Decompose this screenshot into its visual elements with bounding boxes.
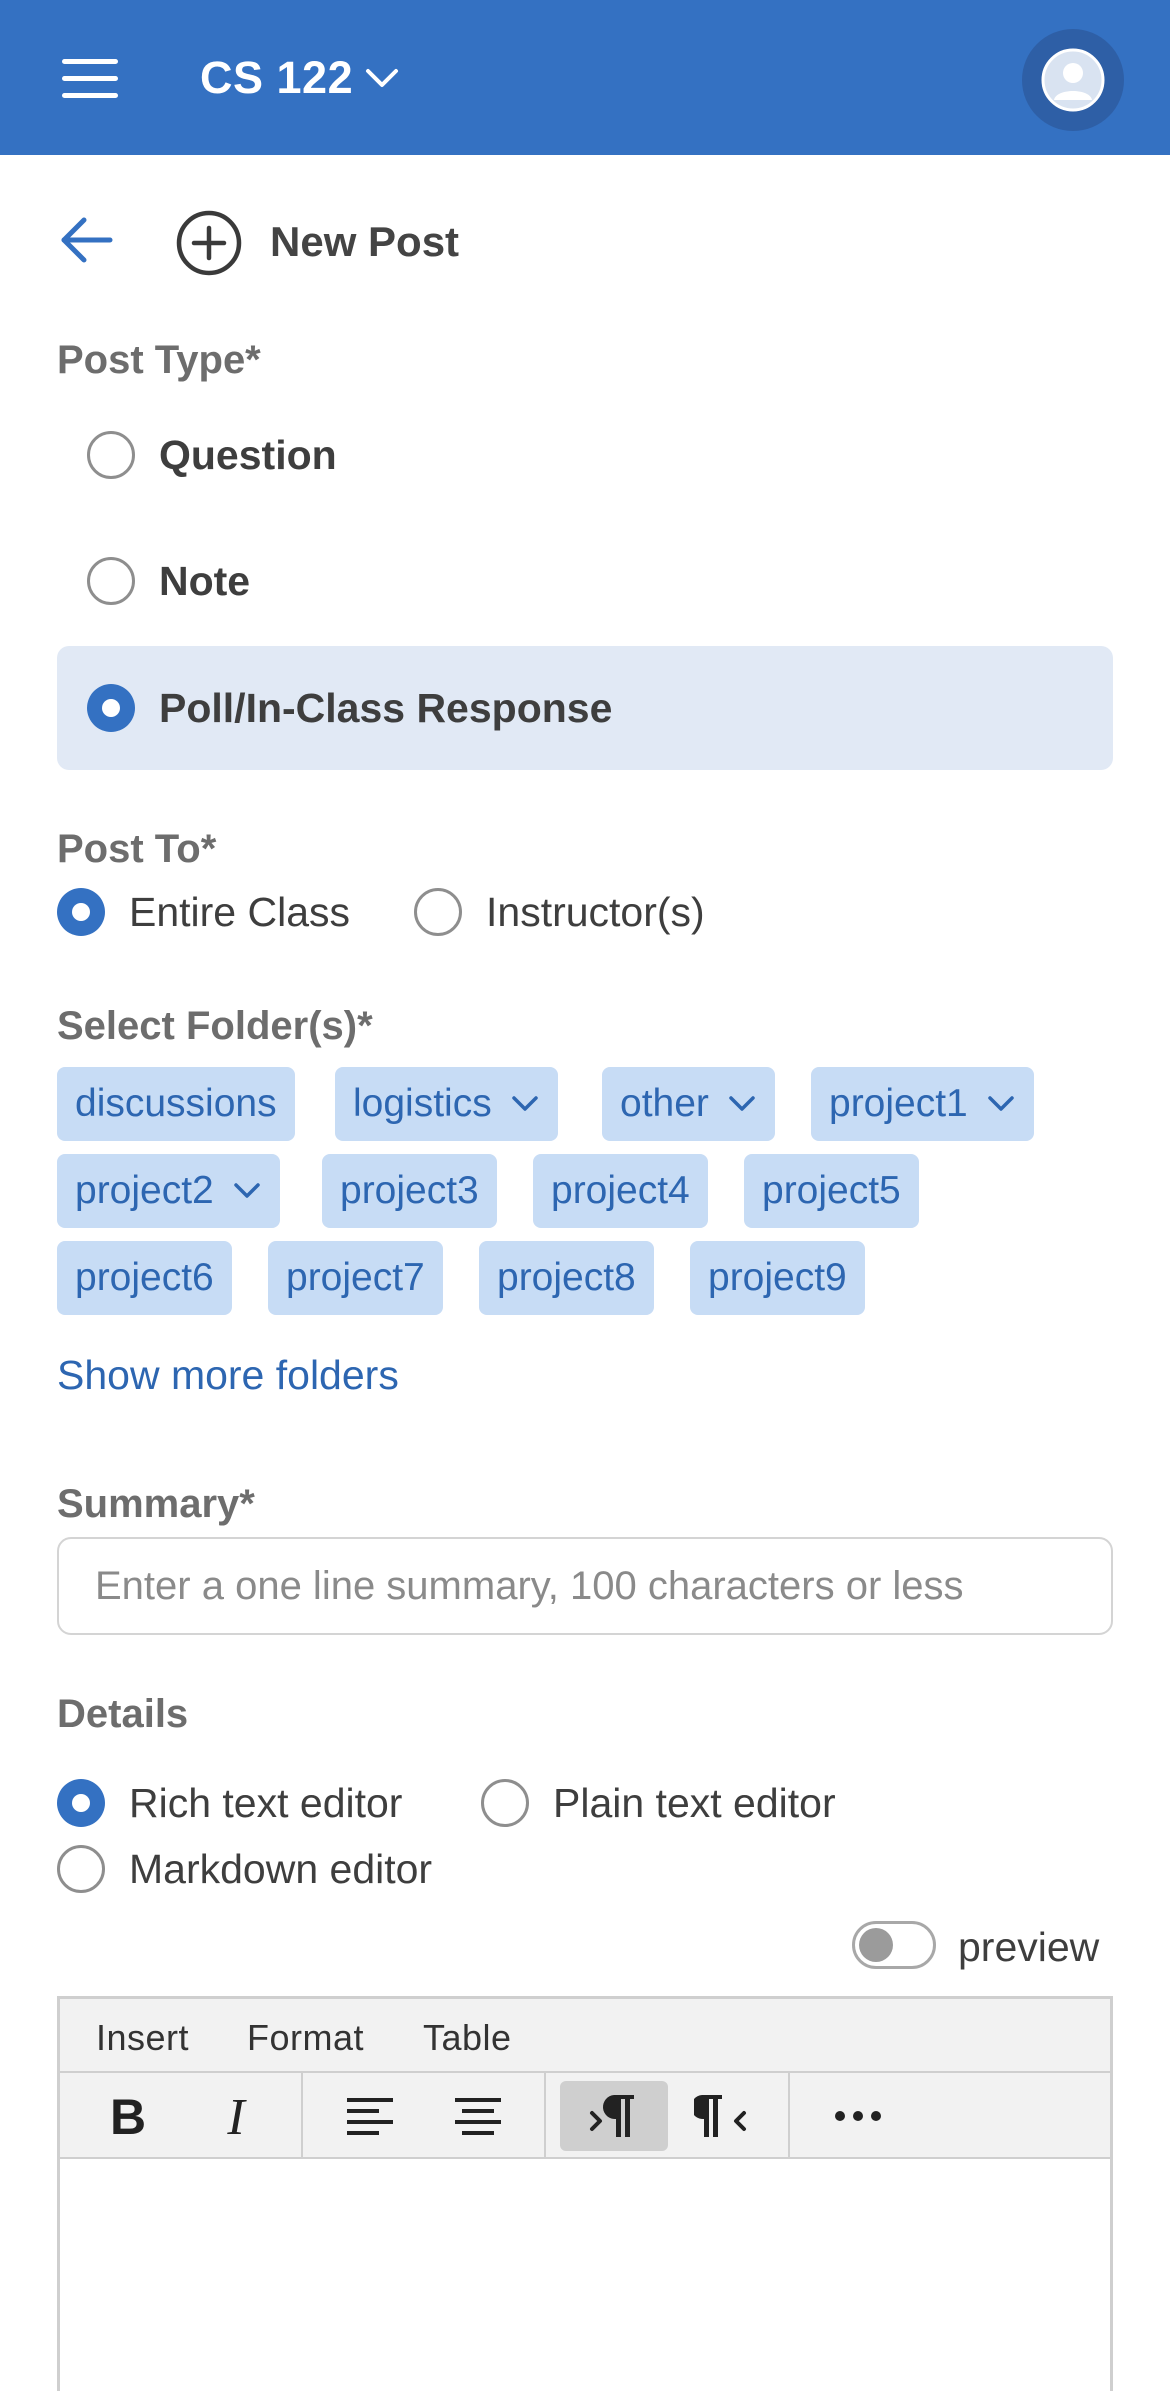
user-icon bbox=[1041, 48, 1105, 112]
bold-button[interactable]: B bbox=[74, 2081, 182, 2151]
arrow-left-icon bbox=[61, 217, 113, 263]
editor-toolbar: B I bbox=[60, 2073, 1110, 2159]
chevron-down-icon[interactable] bbox=[727, 1094, 757, 1114]
rtl-direction-button[interactable] bbox=[668, 2081, 776, 2151]
italic-button[interactable]: I bbox=[182, 2081, 290, 2151]
show-more-folders-link[interactable]: Show more folders bbox=[57, 1352, 399, 1399]
folder-chip-project5[interactable]: project5 bbox=[744, 1154, 919, 1228]
svg-text:B: B bbox=[110, 2090, 146, 2142]
toolbar-separator bbox=[544, 2073, 546, 2159]
folder-chip-label: project9 bbox=[708, 1256, 847, 1299]
radio-button[interactable] bbox=[414, 888, 462, 936]
folder-chip-project6[interactable]: project6 bbox=[57, 1241, 232, 1315]
course-switcher[interactable]: CS 122 bbox=[200, 48, 399, 108]
editor-mode-plain-text[interactable]: Plain text editor bbox=[481, 1779, 836, 1827]
radio-button[interactable] bbox=[481, 1779, 529, 1827]
post-type-option-poll[interactable]: Poll/In-Class Response bbox=[57, 646, 1113, 770]
folder-chip-other[interactable]: other bbox=[602, 1067, 775, 1141]
chevron-down-icon[interactable] bbox=[510, 1094, 540, 1114]
menu-table[interactable]: Table bbox=[423, 2017, 512, 2059]
post-to-option-label: Entire Class bbox=[129, 888, 351, 935]
toggle-knob bbox=[859, 1928, 893, 1962]
folder-chip-label: project6 bbox=[75, 1256, 214, 1299]
editor-mode-label: Rich text editor bbox=[129, 1779, 403, 1826]
folder-chip-label: project1 bbox=[829, 1082, 968, 1125]
radio-button-selected[interactable] bbox=[87, 684, 135, 732]
course-name: CS 122 bbox=[200, 52, 354, 103]
folders-label: Select Folder(s)* bbox=[57, 1004, 373, 1048]
editor-menubar: Insert Format Table bbox=[60, 1999, 1110, 2073]
details-label: Details bbox=[57, 1692, 189, 1736]
plus-circle-icon bbox=[176, 210, 242, 276]
chevron-down-icon[interactable] bbox=[986, 1094, 1016, 1114]
editor-mode-label: Plain text editor bbox=[553, 1779, 836, 1826]
more-options-button[interactable] bbox=[804, 2081, 912, 2151]
editor-mode-label: Markdown editor bbox=[129, 1845, 433, 1892]
user-avatar[interactable] bbox=[1022, 29, 1124, 131]
folder-chip-label: project3 bbox=[340, 1169, 479, 1212]
menu-format[interactable]: Format bbox=[247, 2017, 364, 2059]
folder-chip-label: project2 bbox=[75, 1169, 214, 1212]
page-title: New Post bbox=[270, 218, 460, 265]
radio-button[interactable] bbox=[87, 557, 135, 605]
svg-text:I: I bbox=[226, 2090, 247, 2142]
hamburger-menu-icon[interactable] bbox=[62, 55, 122, 101]
summary-label: Summary* bbox=[57, 1482, 255, 1526]
folder-chip-label: discussions bbox=[75, 1082, 277, 1125]
summary-input[interactable] bbox=[57, 1537, 1113, 1635]
editor-content-area[interactable] bbox=[60, 2159, 1110, 2391]
post-to-label: Post To* bbox=[57, 827, 217, 871]
ltr-direction-icon bbox=[590, 2095, 634, 2137]
folder-chip-project2[interactable]: project2 bbox=[57, 1154, 280, 1228]
ltr-direction-button[interactable] bbox=[560, 2081, 668, 2151]
folder-chip-label: project8 bbox=[497, 1256, 636, 1299]
folder-chip-project8[interactable]: project8 bbox=[479, 1241, 654, 1315]
radio-button-selected[interactable] bbox=[57, 1779, 105, 1827]
rich-text-editor: Insert Format Table B I bbox=[57, 1996, 1113, 2391]
post-type-label: Post Type* bbox=[57, 338, 261, 382]
folder-chip-label: project5 bbox=[762, 1169, 901, 1212]
folder-chip-label: other bbox=[620, 1082, 709, 1125]
folder-chip-logistics[interactable]: logistics bbox=[335, 1067, 558, 1141]
post-type-option-label: Note bbox=[159, 558, 251, 604]
chevron-down-icon[interactable] bbox=[232, 1181, 262, 1201]
bold-icon: B bbox=[110, 2090, 146, 2142]
align-left-button[interactable] bbox=[316, 2081, 424, 2151]
align-center-icon bbox=[455, 2098, 501, 2135]
folder-chip-discussions[interactable]: discussions bbox=[57, 1067, 295, 1141]
folder-chip-label: project4 bbox=[551, 1169, 690, 1212]
back-button[interactable] bbox=[58, 212, 114, 268]
post-to-option-entire-class[interactable]: Entire Class bbox=[57, 888, 350, 936]
menu-insert[interactable]: Insert bbox=[96, 2017, 189, 2059]
post-type-option-label: Question bbox=[159, 432, 337, 478]
align-center-button[interactable] bbox=[424, 2081, 532, 2151]
post-type-option-note[interactable]: Note bbox=[57, 519, 1113, 643]
chevron-down-icon bbox=[366, 69, 399, 87]
folder-chip-project1[interactable]: project1 bbox=[811, 1067, 1034, 1141]
folder-chip-project4[interactable]: project4 bbox=[533, 1154, 708, 1228]
editor-mode-markdown[interactable]: Markdown editor bbox=[57, 1845, 432, 1893]
folder-chip-label: logistics bbox=[353, 1082, 492, 1125]
align-left-icon bbox=[347, 2098, 393, 2135]
post-type-option-label: Poll/In-Class Response bbox=[159, 685, 613, 731]
post-type-option-question[interactable]: Question bbox=[57, 393, 1113, 517]
radio-button[interactable] bbox=[57, 1845, 105, 1893]
rtl-direction-icon bbox=[694, 2095, 746, 2137]
top-bar: CS 122 bbox=[0, 0, 1170, 155]
toolbar-separator bbox=[301, 2073, 303, 2159]
editor-mode-rich-text[interactable]: Rich text editor bbox=[57, 1779, 402, 1827]
more-icon bbox=[835, 2111, 881, 2121]
folder-chip-label: project7 bbox=[286, 1256, 425, 1299]
post-to-option-label: Instructor(s) bbox=[486, 888, 705, 935]
folder-chip-project9[interactable]: project9 bbox=[690, 1241, 865, 1315]
italic-icon: I bbox=[226, 2090, 247, 2142]
preview-label: preview bbox=[958, 1924, 1100, 1970]
preview-toggle[interactable] bbox=[852, 1921, 936, 1969]
folder-chip-project3[interactable]: project3 bbox=[322, 1154, 497, 1228]
toolbar-separator bbox=[788, 2073, 790, 2159]
radio-button-selected[interactable] bbox=[57, 888, 105, 936]
radio-button[interactable] bbox=[87, 431, 135, 479]
folder-chip-project7[interactable]: project7 bbox=[268, 1241, 443, 1315]
post-to-option-instructors[interactable]: Instructor(s) bbox=[414, 888, 705, 936]
